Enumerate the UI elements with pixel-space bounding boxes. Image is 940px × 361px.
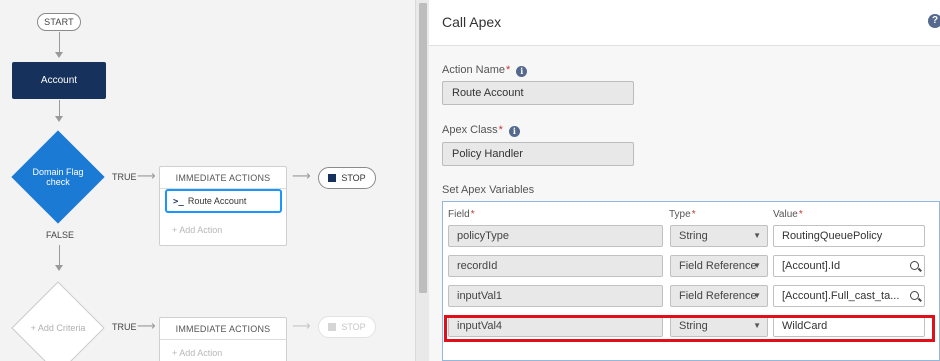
- value-lookup-text: [Account].Full_cast_ta...: [782, 290, 900, 302]
- value-column-text: Value: [773, 209, 798, 220]
- type-column-header: Type*: [669, 209, 696, 220]
- immediate-actions-panel: IMMEDIATE ACTIONS + Add Action: [159, 317, 287, 361]
- stop-icon: [328, 174, 337, 182]
- connector: [59, 32, 60, 53]
- true-label: TRUE: [112, 322, 137, 332]
- arrow-down-icon: [55, 52, 63, 58]
- help-icon[interactable]: ?: [928, 14, 940, 28]
- required-marker: *: [505, 64, 511, 76]
- immediate-actions-header: IMMEDIATE ACTIONS: [160, 318, 286, 340]
- type-select[interactable]: Field Reference ▼: [670, 285, 768, 307]
- process-canvas: START Account Domain Flag check TRUE ⟶ F…: [0, 0, 415, 361]
- required-marker: *: [498, 124, 503, 136]
- caret-down-icon: ▼: [753, 261, 761, 270]
- required-marker: *: [798, 209, 803, 220]
- value-lookup[interactable]: [Account].Id: [773, 255, 925, 277]
- call-apex-panel: Call Apex ? Action Name* i Route Account …: [429, 0, 940, 361]
- action-item-label: Route Account: [187, 196, 247, 206]
- start-node: START: [37, 13, 81, 31]
- set-apex-variables-label: Set Apex Variables: [442, 184, 535, 196]
- add-action-link[interactable]: + Add Action: [172, 348, 222, 358]
- field-input[interactable]: recordId: [448, 255, 663, 277]
- immediate-actions-panel: IMMEDIATE ACTIONS >_ Route Account + Add …: [159, 166, 287, 246]
- apex-icon: >_: [173, 197, 184, 207]
- arrow-down-icon: [55, 265, 63, 271]
- add-criteria-label: + Add Criteria: [30, 323, 86, 333]
- value-lookup[interactable]: [Account].Full_cast_ta...: [773, 285, 925, 307]
- stop-node: STOP: [318, 167, 376, 189]
- arrow-right-icon: ⟶: [137, 319, 156, 334]
- stop-label: STOP: [341, 173, 366, 183]
- add-criteria-node[interactable]: [11, 281, 105, 361]
- true-label: TRUE: [112, 172, 137, 182]
- value-lookup-text: [Account].Id: [782, 260, 841, 272]
- action-name-label: Action Name* i: [442, 64, 528, 77]
- false-label: FALSE: [46, 230, 75, 240]
- field-column-header: Field*: [448, 209, 475, 220]
- apex-class-label-text: Apex Class: [442, 124, 498, 136]
- search-icon[interactable]: [910, 261, 919, 270]
- panel-title: Call Apex: [442, 14, 502, 30]
- arrow-right-icon: ⟶: [137, 169, 156, 184]
- info-icon[interactable]: i: [516, 66, 528, 77]
- required-marker: *: [691, 209, 696, 220]
- search-icon[interactable]: [910, 291, 919, 300]
- arrow-down-icon: [55, 116, 63, 122]
- value-column-header: Value*: [773, 209, 803, 220]
- apex-class-label: Apex Class* i: [442, 124, 520, 137]
- object-node[interactable]: Account: [12, 62, 106, 99]
- connector: [59, 100, 60, 117]
- highlight-annotation: [444, 315, 935, 342]
- immediate-actions-header: IMMEDIATE ACTIONS: [160, 167, 286, 189]
- info-icon[interactable]: i: [508, 126, 520, 137]
- type-column-text: Type: [669, 209, 691, 220]
- arrow-right-icon: ⟶: [292, 169, 311, 184]
- action-name-label-text: Action Name: [442, 64, 505, 76]
- field-input[interactable]: policyType: [448, 225, 663, 247]
- add-action-link[interactable]: + Add Action: [172, 225, 222, 235]
- action-name-field[interactable]: Route Account: [442, 81, 634, 105]
- panel-header: Call Apex ?: [429, 0, 940, 46]
- criteria-node-label: Domain Flag check: [32, 167, 84, 187]
- caret-down-icon: ▼: [753, 231, 761, 240]
- apex-class-field[interactable]: Policy Handler: [442, 142, 634, 166]
- caret-down-icon: ▼: [753, 291, 761, 300]
- type-select[interactable]: Field Reference ▼: [670, 255, 768, 277]
- stop-label: STOP: [341, 322, 366, 332]
- arrow-right-icon: ⟶: [292, 319, 311, 334]
- type-select-value: Field Reference: [679, 260, 757, 272]
- field-column-text: Field: [448, 209, 470, 220]
- stop-node: STOP: [318, 316, 376, 338]
- type-select-value: Field Reference: [679, 290, 757, 302]
- required-marker: *: [470, 209, 475, 220]
- value-input[interactable]: RoutingQueuePolicy: [773, 225, 925, 247]
- type-select[interactable]: String ▼: [670, 225, 768, 247]
- canvas-scrollbar[interactable]: [415, 0, 429, 361]
- stop-icon: [328, 323, 337, 331]
- field-input[interactable]: inputVal1: [448, 285, 663, 307]
- action-item-route-account[interactable]: >_ Route Account: [165, 189, 282, 213]
- type-select-value: String: [679, 230, 708, 242]
- scrollbar-thumb[interactable]: [419, 3, 427, 293]
- connector: [59, 245, 60, 265]
